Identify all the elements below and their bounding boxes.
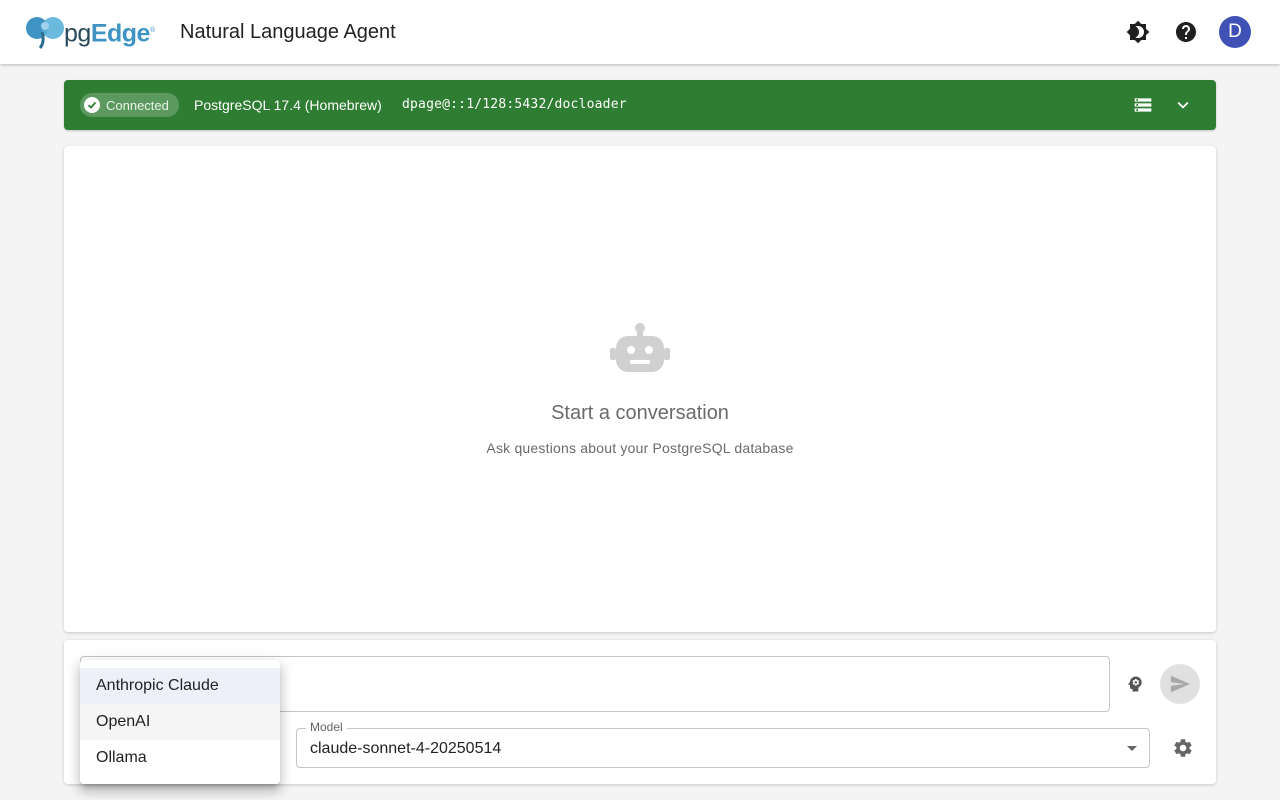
provider-option-anthropic[interactable]: Anthropic Claude — [80, 668, 280, 704]
gear-icon — [1174, 739, 1192, 757]
database-list-button[interactable] — [1131, 93, 1155, 117]
server-version: PostgreSQL 17.4 (Homebrew) — [194, 97, 382, 113]
check-circle-icon — [84, 97, 100, 113]
dropdown-arrow-icon — [1127, 746, 1137, 751]
help-icon — [1176, 22, 1196, 42]
brightness-icon — [1126, 20, 1150, 44]
theme-toggle-button[interactable] — [1122, 16, 1154, 48]
connection-status-label: Connected — [106, 97, 169, 113]
send-icon — [1170, 675, 1191, 693]
send-button[interactable] — [1160, 664, 1200, 704]
provider-option-ollama[interactable]: Ollama — [80, 740, 280, 776]
settings-button[interactable] — [1171, 736, 1195, 760]
model-select[interactable]: Model claude-sonnet-4-20250514 — [296, 720, 1150, 768]
help-button[interactable] — [1170, 16, 1202, 48]
thinking-toggle-button[interactable] — [1123, 672, 1147, 696]
logo-wordmark: pgEdge® — [64, 19, 155, 48]
model-select-value: claude-sonnet-4-20250514 — [310, 740, 502, 757]
robot-icon — [610, 323, 670, 372]
user-avatar[interactable]: D — [1219, 16, 1251, 48]
elephant-logo-icon — [26, 17, 64, 49]
provider-option-openai[interactable]: OpenAI — [80, 704, 280, 740]
connection-string: dpage@::1/128:5432/docloader — [402, 97, 627, 112]
chat-panel: Start a conversation Ask questions about… — [64, 146, 1216, 632]
provider-menu: Anthropic Claude OpenAI Ollama — [80, 660, 280, 784]
empty-state-title: Start a conversation — [551, 402, 729, 424]
chevron-down-icon — [1177, 101, 1189, 109]
connection-status-bar: Connected PostgreSQL 17.4 (Homebrew) dpa… — [64, 80, 1216, 130]
model-select-label: Model — [306, 720, 347, 734]
database-list-icon — [1134, 98, 1152, 112]
pgedge-logo: pgEdge® — [24, 14, 168, 50]
connection-status-chip: Connected — [80, 93, 179, 117]
brain-icon — [1128, 676, 1142, 692]
empty-state-subtitle: Ask questions about your PostgreSQL data… — [486, 440, 794, 456]
app-title: Natural Language Agent — [180, 21, 396, 43]
expand-connection-button[interactable] — [1171, 93, 1195, 117]
app-header: pgEdge® Natural Language Agent D — [0, 0, 1280, 64]
